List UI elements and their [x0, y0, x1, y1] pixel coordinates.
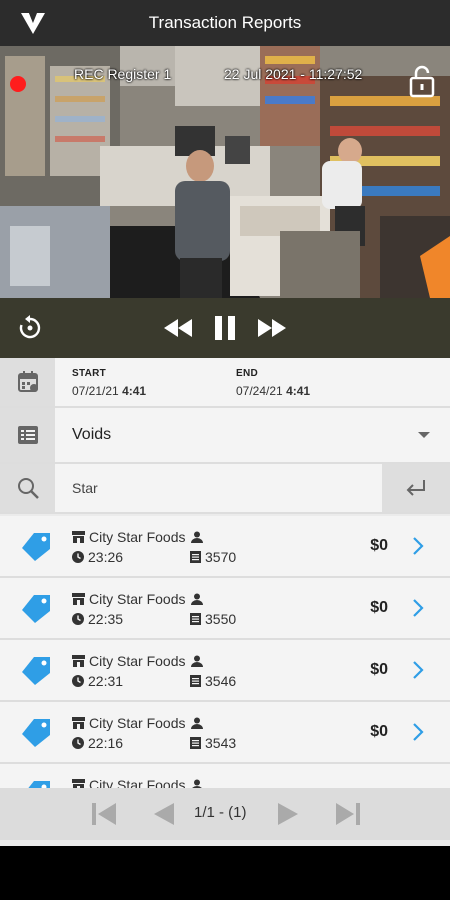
recording-indicator [10, 76, 26, 92]
rewind-icon[interactable] [162, 312, 194, 344]
app-screen: Transaction Reports REC Register 1 22 Ju… [0, 0, 450, 900]
transaction-amount: $0 [370, 599, 388, 616]
transaction-time: 22:16 [88, 735, 124, 751]
clock-icon [72, 675, 84, 687]
pause-icon[interactable] [209, 312, 241, 344]
start-date[interactable]: START 07/21/21 4:41 [72, 368, 146, 398]
store-icon [72, 779, 85, 788]
transaction-number: 3546 [205, 673, 237, 689]
receipt-icon [190, 737, 201, 749]
store-icon [72, 655, 85, 667]
store-name: City Star Foods [89, 653, 186, 669]
list-item[interactable]: City Star Foods 22:31 3546 $0 [0, 640, 450, 700]
date-range-row[interactable]: START 07/21/21 4:41 END 07/24/21 4:41 [0, 358, 450, 408]
receipt-icon [190, 551, 201, 563]
last-page-icon[interactable] [332, 802, 362, 826]
dropdown-arrow-icon[interactable] [418, 432, 430, 438]
first-page-icon[interactable] [90, 802, 120, 826]
enter-button[interactable] [382, 464, 450, 512]
tag-icon [28, 781, 50, 788]
transaction-amount: $0 [370, 537, 388, 554]
store-name: City Star Foods [89, 777, 186, 788]
page-indicator: 1/1 - (1) [194, 804, 247, 821]
tag-icon [22, 719, 50, 747]
filter-panel: START 07/21/21 4:41 END 07/24/21 4:41 Vo… [0, 358, 450, 514]
list-item[interactable]: City Star Foods [0, 764, 450, 788]
list-item[interactable]: City Star Foods 22:35 3550 $0 [0, 578, 450, 638]
store-camera-image [0, 46, 450, 298]
transaction-number: 3543 [205, 735, 237, 751]
user-icon [191, 593, 204, 605]
end-time-value: 4:41 [286, 384, 311, 398]
transaction-list: City Star Foods 23:26 3570 $0 City Star … [0, 516, 450, 788]
store-icon [72, 593, 85, 605]
chevron-right-icon[interactable] [412, 660, 424, 680]
calendar-icon[interactable] [0, 358, 55, 406]
camera-label: REC Register 1 [74, 66, 172, 82]
transaction-amount: $0 [370, 723, 388, 740]
store-name: City Star Foods [89, 715, 186, 731]
chevron-right-icon[interactable] [412, 536, 424, 556]
list-item[interactable]: City Star Foods 22:16 3543 $0 [0, 702, 450, 762]
store-name: City Star Foods [89, 591, 186, 607]
next-page-icon[interactable] [276, 802, 300, 826]
enter-icon [406, 480, 425, 496]
playback-controls [0, 298, 450, 358]
transaction-number: 3550 [205, 611, 237, 627]
report-type-select[interactable]: Voids [0, 408, 450, 464]
list-item[interactable]: City Star Foods 23:26 3570 $0 [0, 516, 450, 576]
clock-icon [72, 551, 84, 563]
tag-icon [22, 533, 50, 561]
search-row [0, 464, 450, 514]
chevron-right-icon[interactable] [412, 598, 424, 618]
previous-page-icon[interactable] [152, 802, 176, 826]
camera-timestamp: 22 Jul 2021 - 11:27:52 [224, 66, 363, 82]
system-nav-bar [0, 846, 450, 900]
start-label: START [72, 368, 107, 379]
user-icon [191, 717, 204, 729]
user-icon [192, 779, 203, 788]
user-icon [191, 531, 204, 543]
chevron-right-icon[interactable] [412, 722, 424, 742]
clock-icon [72, 613, 84, 625]
end-date[interactable]: END 07/24/21 4:41 [236, 368, 310, 398]
end-date-value: 07/24/21 [236, 384, 283, 398]
user-icon [191, 655, 204, 667]
fast-forward-icon[interactable] [256, 312, 288, 344]
top-bar: Transaction Reports [0, 0, 450, 46]
transaction-time: 22:35 [88, 611, 124, 627]
lock-open-icon[interactable] [408, 64, 436, 98]
report-type-value: Voids [72, 426, 112, 443]
transaction-number: 3570 [205, 549, 237, 565]
search-input[interactable] [56, 464, 382, 512]
transaction-time: 22:31 [88, 673, 124, 689]
tag-icon [22, 657, 50, 685]
clock-icon [72, 737, 84, 749]
start-time-value: 4:41 [122, 384, 147, 398]
pagination-bar: 1/1 - (1) [0, 788, 450, 840]
transaction-time: 23:26 [88, 549, 124, 565]
start-date-value: 07/21/21 [72, 384, 119, 398]
receipt-icon [190, 613, 201, 625]
tag-icon [22, 595, 50, 623]
logo-v-icon[interactable] [20, 11, 46, 35]
replay-icon[interactable] [14, 312, 46, 344]
end-label: END [236, 368, 259, 379]
page-title: Transaction Reports [148, 13, 302, 32]
store-name: City Star Foods [89, 529, 186, 545]
transaction-amount: $0 [370, 661, 388, 678]
list-icon [0, 408, 55, 462]
store-icon [72, 717, 85, 729]
search-icon [0, 464, 55, 512]
store-icon [72, 531, 85, 543]
video-player[interactable]: REC Register 1 22 Jul 2021 - 11:27:52 [0, 46, 450, 298]
receipt-icon [190, 675, 201, 687]
